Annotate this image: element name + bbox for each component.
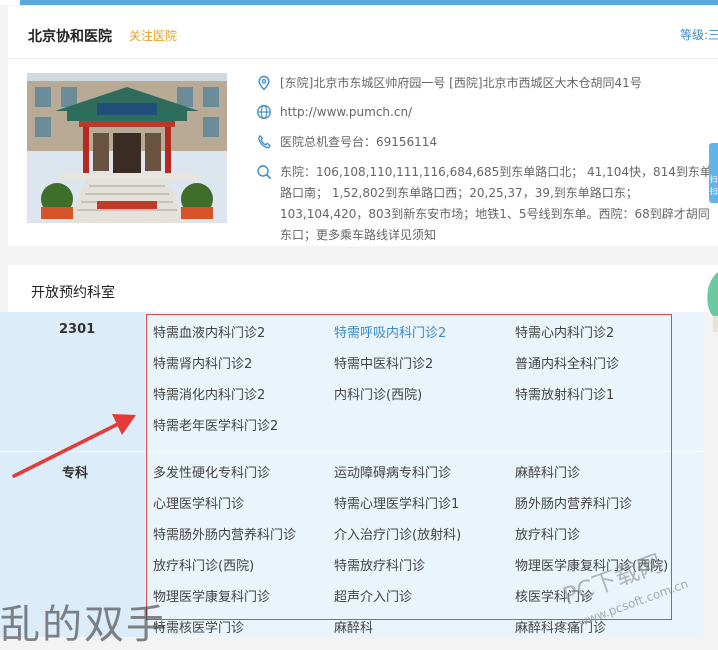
annotation-arrow	[12, 414, 136, 478]
watermark-overlay-text: 乱的双手	[0, 602, 168, 648]
